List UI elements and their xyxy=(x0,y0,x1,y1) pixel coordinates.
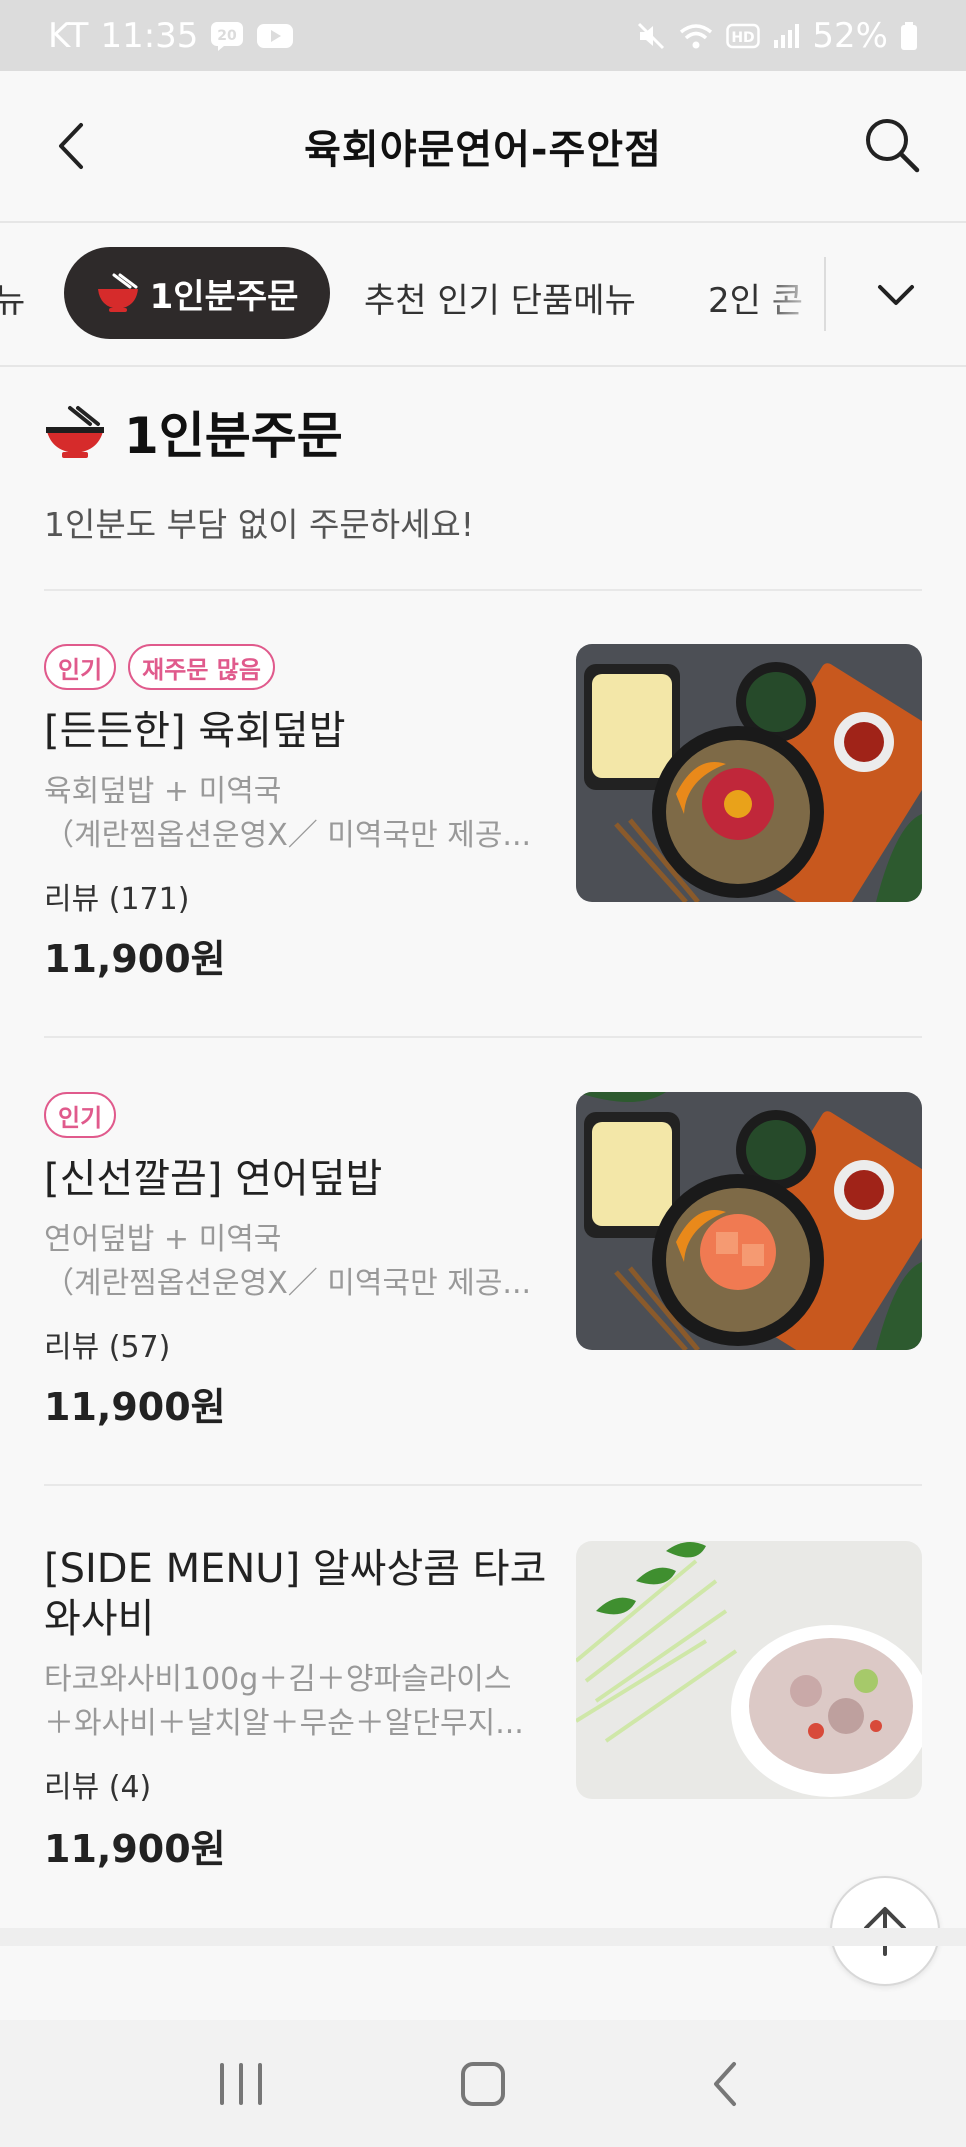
menu-item-description: 타코와사비100g＋김＋양파슬라이스 ＋와사비＋날치알＋무순＋알단무지... xyxy=(44,1658,544,1746)
menu-item-name[interactable]: [신선깔끔] 연어덮밥 xyxy=(44,1154,564,1204)
section-title: 1인분주문 xyxy=(124,407,343,465)
menu-item-description: 연어덮밥 + 미역국 （계란찜옵션운영X／ 미역국만 제공... xyxy=(44,1218,544,1306)
nav-back-button[interactable] xyxy=(680,2044,770,2124)
app-header: 육회야문연어-주안점 xyxy=(0,71,966,223)
badge-reorder: 재주문 많음 xyxy=(128,644,275,690)
wifi-icon xyxy=(678,21,714,51)
svg-text:HD: HD xyxy=(732,30,755,46)
noodle-bowl-icon xyxy=(97,273,138,312)
menu-item-review[interactable]: 리뷰 (4) xyxy=(44,1762,151,1806)
menu-item-review[interactable]: 리뷰 (171) xyxy=(44,874,189,918)
menu-item-description: 육회덮밥 + 미역국 （계란찜옵션운영X／ 미역국만 제공... xyxy=(44,770,544,858)
menu-item-description-line1: 연어덮밥 + 미역국 xyxy=(44,1222,282,1257)
search-icon xyxy=(866,119,920,173)
menu-item-price: 11,900원 xyxy=(44,1827,226,1871)
home-icon xyxy=(461,2061,505,2106)
tab-recommended[interactable]: 추천 인기 단품메뉴 xyxy=(364,273,636,322)
menu-item-description-line2: （계란찜옵션운영X／ 미역국만 제공... xyxy=(44,818,532,853)
yukhoe-rice-bowl-photo[interactable] xyxy=(576,644,922,902)
mute-icon xyxy=(636,21,666,51)
category-tabs: 뉴 1인분주문 추천 인기 단품메뉴 2인 콘 xyxy=(0,223,966,367)
badge-popular: 인기 xyxy=(44,644,117,690)
item-divider xyxy=(44,1484,922,1486)
signal-icon xyxy=(772,22,800,50)
battery-icon xyxy=(900,21,918,51)
section-description: 1인분도 부담 없이 주문하세요! xyxy=(44,505,475,544)
tab-single-order[interactable]: 1인분주문 xyxy=(64,247,330,339)
menu-item-name[interactable]: [SIDE MENU] 알싸상콤 타코와사비 xyxy=(44,1544,564,1644)
recents-button[interactable] xyxy=(196,2044,286,2124)
chevron-left-icon xyxy=(59,123,83,169)
home-button[interactable] xyxy=(438,2044,528,2124)
svg-text:20: 20 xyxy=(218,28,238,44)
menu-item-price: 11,900원 xyxy=(44,1385,226,1429)
tab-fade-overlay xyxy=(760,253,822,333)
battery-level: 52% xyxy=(812,15,888,56)
menu-item-description-line2: （계란찜옵션운영X／ 미역국만 제공... xyxy=(44,1266,532,1301)
menu-item-description-line2: ＋와사비＋날치알＋무순＋알단무지... xyxy=(44,1706,524,1741)
item-divider xyxy=(44,1036,922,1038)
badge-popular: 인기 xyxy=(44,1092,117,1138)
tako-wasabi-photo[interactable] xyxy=(576,1541,922,1799)
badge-group: 인기 xyxy=(44,1092,117,1138)
section-divider xyxy=(44,589,922,591)
badge-group: 인기 재주문 많음 xyxy=(44,644,275,690)
menu-item-description-line1: 육회덮밥 + 미역국 xyxy=(44,774,282,809)
salmon-rice-bowl-photo[interactable] xyxy=(576,1092,922,1350)
chevron-down-icon xyxy=(878,285,914,305)
youtube-icon xyxy=(256,22,294,50)
menu-item-name[interactable]: [든든한] 육회덮밥 xyxy=(44,706,564,756)
system-nav-bar xyxy=(0,2020,966,2147)
noodle-bowl-icon xyxy=(46,406,104,458)
menu-item-description-line1: 타코와사비100g＋김＋양파슬라이스 xyxy=(44,1662,512,1697)
clock: 11:35 xyxy=(100,15,199,56)
section-separator xyxy=(0,1928,966,1946)
tab-divider xyxy=(824,257,826,331)
back-button[interactable] xyxy=(36,111,106,181)
recents-icon xyxy=(220,2062,262,2105)
menu-item-price: 11,900원 xyxy=(44,937,226,981)
expand-tabs-button[interactable] xyxy=(862,263,930,327)
hd-icon: HD xyxy=(726,22,761,50)
tab-previous[interactable]: 뉴 xyxy=(0,273,25,322)
nav-back-icon xyxy=(714,2061,736,2106)
search-button[interactable] xyxy=(854,107,930,183)
page-title: 육회야문연어-주안점 xyxy=(304,127,662,173)
section-header: 1인분주문 xyxy=(44,396,343,468)
carrier-label: KT xyxy=(48,15,89,56)
status-bar: KT 11:35 20 HD 52% xyxy=(0,0,966,71)
notification-badge-icon: 20 xyxy=(210,21,244,51)
tab-single-order-label: 1인분주문 xyxy=(149,276,299,317)
menu-item-review[interactable]: 리뷰 (57) xyxy=(44,1322,170,1366)
